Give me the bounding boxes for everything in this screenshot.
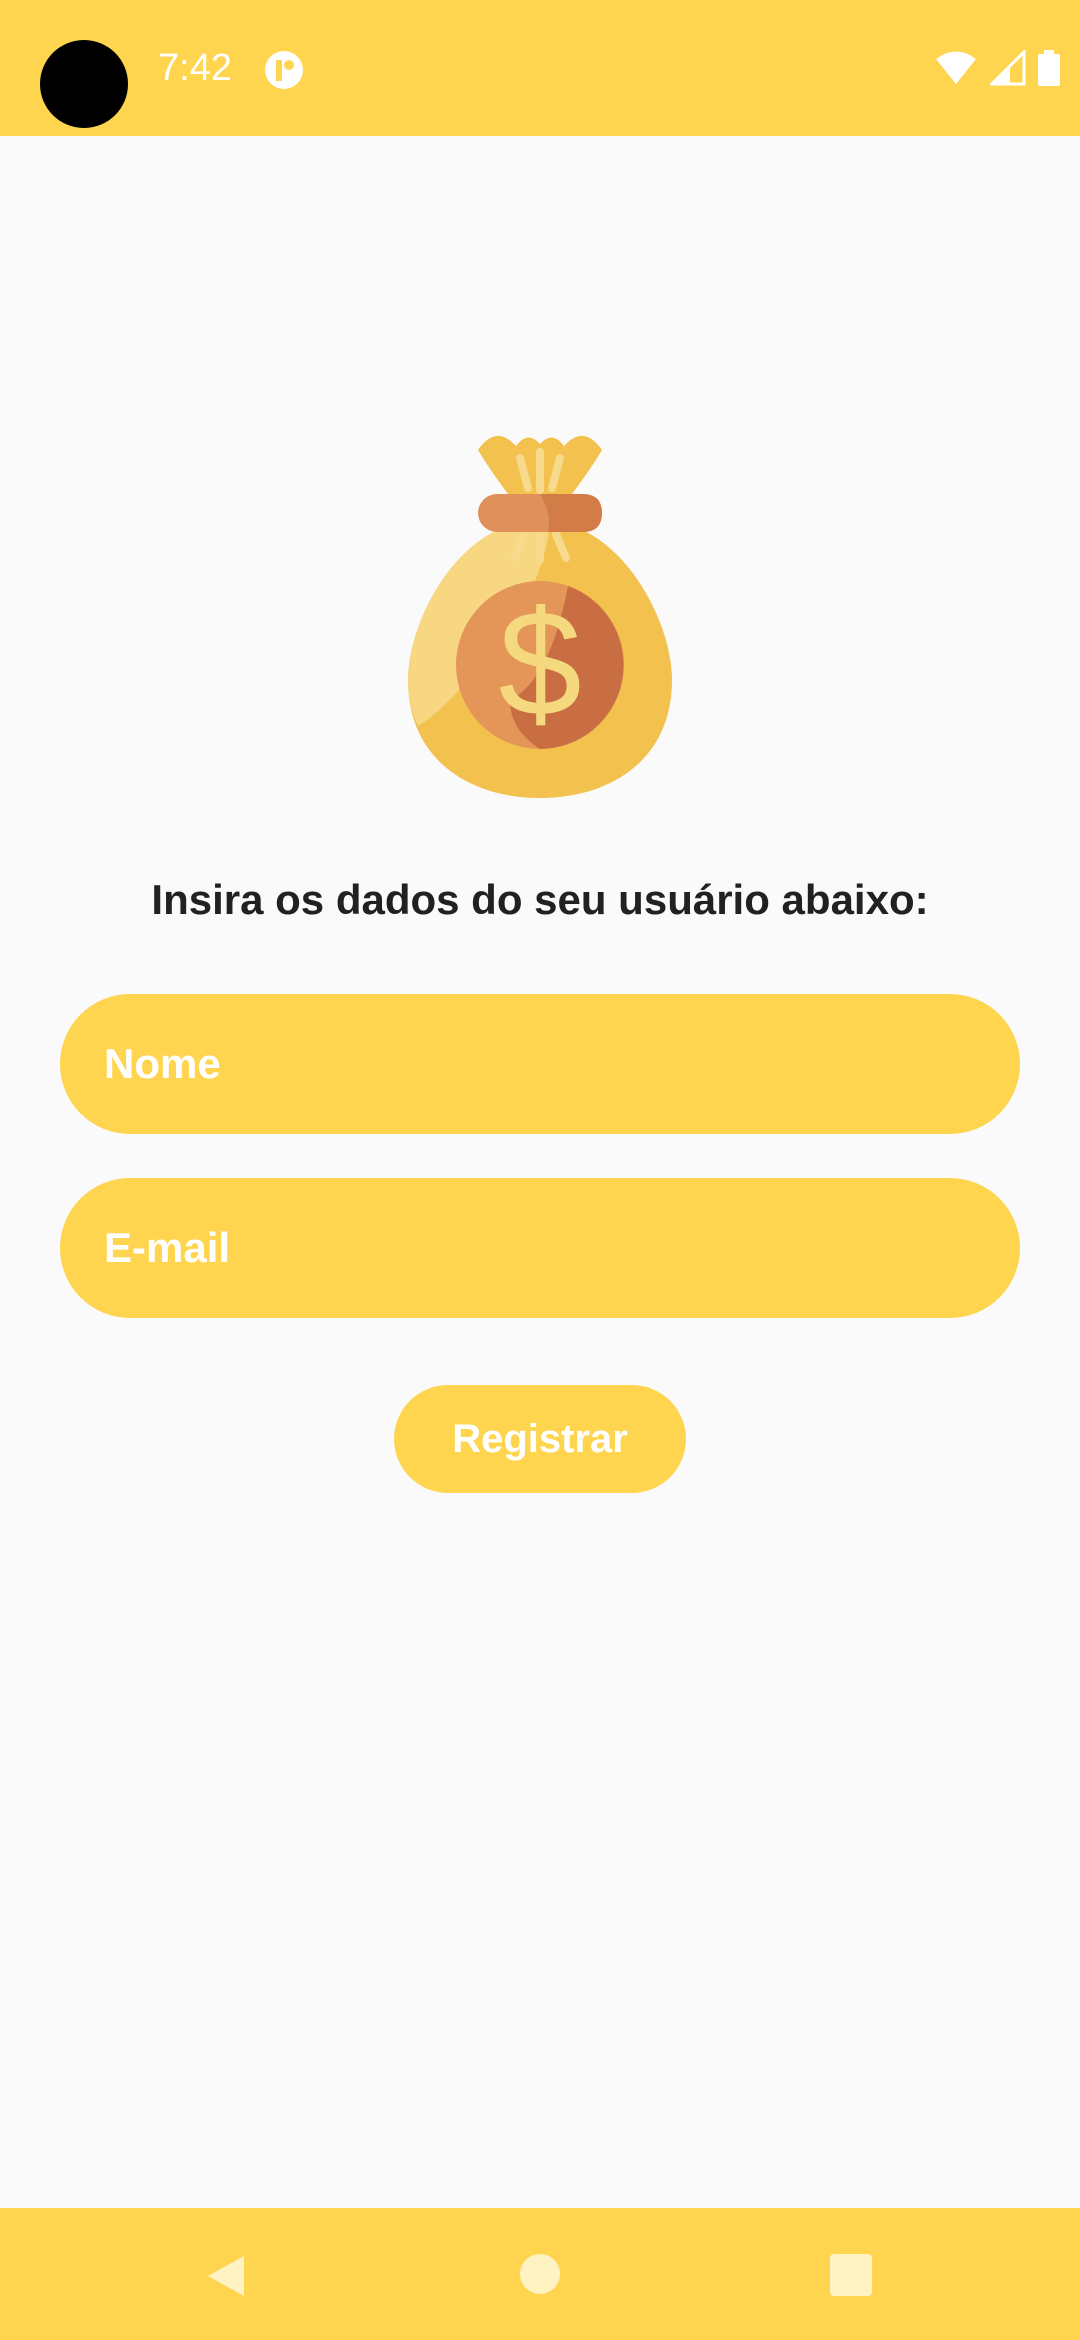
email-input[interactable]: [60, 1178, 1020, 1318]
battery-icon: [1038, 50, 1060, 86]
clock: 7:42: [158, 47, 232, 89]
system-icons: [934, 48, 1060, 88]
register-button[interactable]: Registrar: [394, 1385, 686, 1493]
recents-icon[interactable]: [830, 2254, 872, 2296]
wifi-icon: [936, 51, 976, 84]
status-bar: 7:42: [0, 0, 1080, 136]
notification-icon: [265, 51, 303, 89]
home-icon[interactable]: [520, 2254, 560, 2294]
navigation-bar: [0, 2208, 1080, 2340]
name-input[interactable]: [60, 994, 1020, 1134]
svg-text:$: $: [498, 579, 581, 747]
money-bag-icon: $: [408, 435, 672, 798]
form-prompt: Insira os dados do seu usuário abaixo:: [151, 876, 929, 923]
back-icon[interactable]: [204, 2252, 248, 2300]
signal-icon: [990, 50, 1026, 86]
camera-cutout: [40, 40, 128, 128]
